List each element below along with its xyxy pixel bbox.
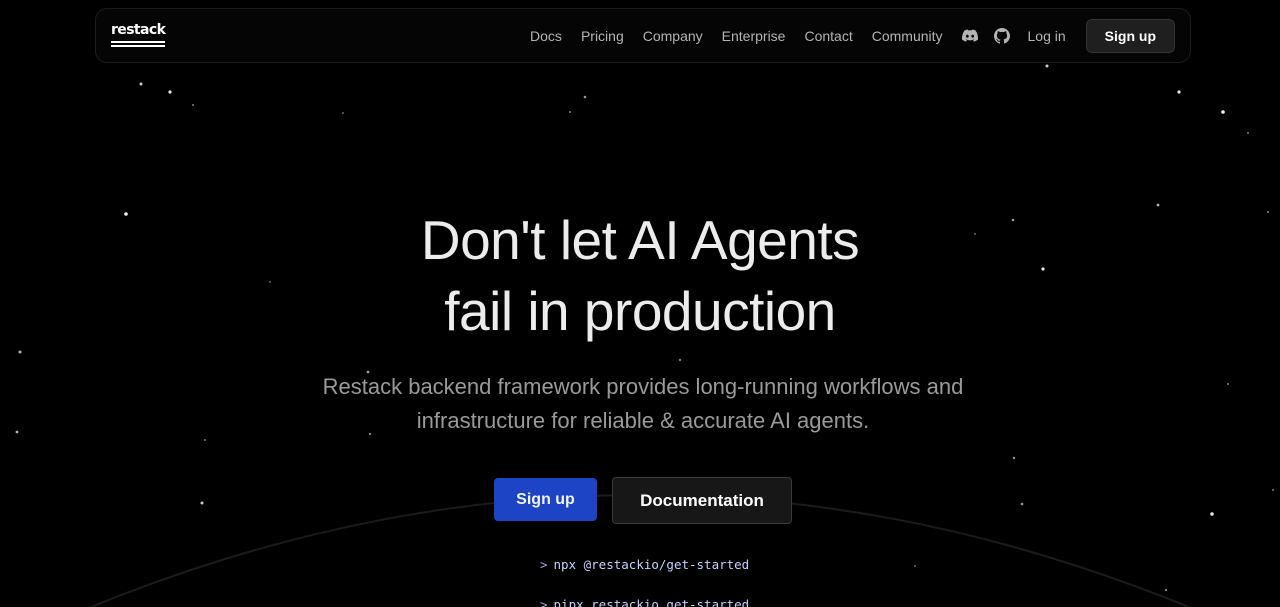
landing-page: restack Docs Pricing Company Enterprise … — [0, 0, 1280, 607]
hero-subtitle-line-2: infrastructure for reliable & accurate A… — [416, 408, 870, 433]
restack-logo[interactable]: restack — [111, 21, 166, 47]
nav-link-enterprise[interactable]: Enterprise — [722, 28, 786, 44]
command-text: npx @restackio/get-started — [553, 557, 750, 572]
login-link[interactable]: Log in — [1028, 28, 1066, 44]
nav-link-pricing[interactable]: Pricing — [581, 28, 624, 44]
hero-subtitle: Restack backend framework provides long-… — [0, 370, 1280, 438]
logo-text: restack — [111, 21, 166, 38]
command-prompt: > — [540, 557, 548, 572]
discord-icon[interactable] — [961, 28, 978, 44]
command-snippet[interactable]: > pipx restackio get-started — [540, 597, 749, 607]
command-text: pipx restackio get-started — [553, 597, 750, 607]
command-snippet[interactable]: > npx @restackio/get-started — [540, 557, 749, 572]
hero-signup-button[interactable]: Sign up — [494, 478, 597, 521]
logo-bars — [111, 39, 165, 47]
hero-title: Don't let AI Agents fail in production — [0, 205, 1280, 347]
nav-link-docs[interactable]: Docs — [530, 28, 562, 44]
nav-link-company[interactable]: Company — [643, 28, 703, 44]
hero-title-line-2: fail in production — [444, 280, 836, 342]
github-icon[interactable] — [993, 27, 1010, 44]
hero-title-line-1: Don't let AI Agents — [420, 209, 860, 271]
nav-links: Docs Pricing Company Enterprise Contact … — [530, 18, 1175, 53]
nav-link-contact[interactable]: Contact — [804, 28, 852, 44]
hero-subtitle-line-1: Restack backend framework provides long-… — [322, 374, 964, 399]
command-prompt: > — [540, 597, 548, 607]
nav-link-community[interactable]: Community — [872, 28, 943, 44]
nav-signup-button[interactable]: Sign up — [1085, 18, 1175, 53]
documentation-button[interactable]: Documentation — [612, 477, 792, 524]
top-navbar: restack Docs Pricing Company Enterprise … — [95, 8, 1191, 63]
